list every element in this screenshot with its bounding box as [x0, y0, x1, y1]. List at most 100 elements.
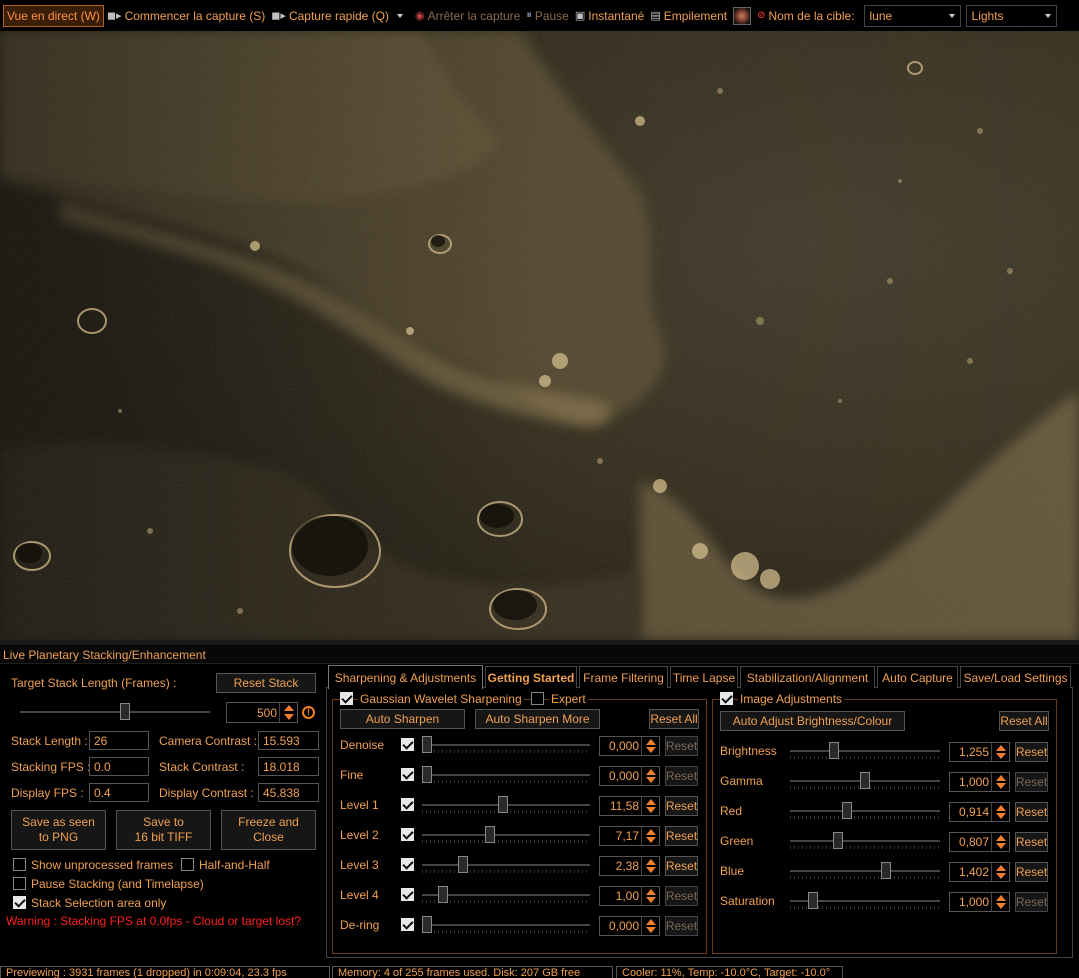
spin-arrows-icon[interactable]	[991, 863, 1009, 881]
adjust-value-input[interactable]: 1,255	[949, 742, 1010, 762]
sharpen-reset-all-button[interactable]: Reset All	[649, 709, 699, 729]
expert-checkbox[interactable]	[531, 692, 544, 705]
sharpen-checkbox[interactable]	[401, 828, 414, 841]
sharpen-reset-button[interactable]: Reset	[665, 796, 698, 816]
adjust-value-input[interactable]: 1,000	[949, 892, 1010, 912]
tab-time-lapse[interactable]: Time Lapse	[670, 666, 738, 688]
spin-arrows-icon[interactable]	[991, 773, 1009, 791]
stop-capture-button[interactable]: ◉ Arrêter la capture	[412, 5, 523, 27]
frame-type-select[interactable]: Lights	[965, 4, 1057, 27]
spin-arrows-icon[interactable]	[641, 767, 659, 785]
slider-thumb[interactable]	[485, 826, 495, 843]
sharpen-checkbox[interactable]	[401, 768, 414, 781]
sharpen-value-input[interactable]: 0,000	[599, 736, 660, 756]
slider-thumb[interactable]	[458, 856, 468, 873]
pause-button[interactable]: ⏸ Pause	[523, 5, 572, 27]
image-reset-all-button[interactable]: Reset All	[999, 711, 1049, 731]
adjust-reset-button[interactable]: Reset	[1015, 742, 1048, 762]
save-tiff-button[interactable]: Save to 16 bit TIFF	[116, 810, 211, 850]
image-adjustments-checkbox[interactable]	[720, 692, 733, 705]
sharpen-slider[interactable]	[422, 766, 590, 784]
tab-frame-filtering[interactable]: Frame Filtering	[579, 666, 668, 688]
sharpen-value-input[interactable]: 7,17	[599, 826, 660, 846]
slider-thumb[interactable]	[833, 832, 843, 849]
spin-arrows-icon[interactable]	[641, 797, 659, 815]
auto-sharpen-more-button[interactable]: Auto Sharpen More	[475, 709, 600, 729]
sharpen-slider[interactable]	[422, 916, 590, 934]
sharpen-checkbox[interactable]	[401, 858, 414, 871]
sharpen-checkbox[interactable]	[401, 738, 414, 751]
auto-sharpen-button[interactable]: Auto Sharpen	[340, 709, 465, 729]
sharpen-value-input[interactable]: 0,000	[599, 766, 660, 786]
sharpen-checkbox[interactable]	[401, 798, 414, 811]
spin-arrows-icon[interactable]	[641, 857, 659, 875]
adjust-reset-button[interactable]: Reset	[1015, 862, 1048, 882]
slider-thumb[interactable]	[860, 772, 870, 789]
sharpen-reset-button[interactable]: Reset	[665, 886, 698, 906]
slider-thumb[interactable]	[881, 862, 891, 879]
adjust-slider[interactable]	[790, 862, 940, 880]
adjust-reset-button[interactable]: Reset	[1015, 892, 1048, 912]
target-name-select[interactable]: lune	[863, 4, 961, 27]
spin-arrows-icon[interactable]	[991, 893, 1009, 911]
tab-save-load-settings[interactable]: Save/Load Settings	[960, 666, 1071, 688]
half-and-half-checkbox[interactable]	[181, 858, 194, 871]
auto-adjust-button[interactable]: Auto Adjust Brightness/Colour	[720, 711, 905, 731]
quick-capture-button[interactable]: ◼▸ Capture rapide (Q)	[268, 5, 406, 27]
sharpen-reset-button[interactable]: Reset	[665, 826, 698, 846]
sharpen-reset-button[interactable]: Reset	[665, 916, 698, 936]
stacking-button[interactable]: ▤ Empilement	[647, 5, 730, 27]
target-stack-slider[interactable]	[20, 703, 210, 721]
save-png-button[interactable]: Save as seen to PNG	[11, 810, 106, 850]
sharpen-checkbox[interactable]	[401, 888, 414, 901]
slider-thumb[interactable]	[422, 916, 432, 933]
snapshot-button[interactable]: ▣ Instantané	[572, 5, 647, 27]
spin-arrows-icon[interactable]	[641, 827, 659, 845]
spin-arrows-icon[interactable]	[991, 743, 1009, 761]
target-stack-length-input[interactable]: 500	[226, 702, 298, 723]
sharpen-slider[interactable]	[422, 826, 590, 844]
adjust-slider[interactable]	[790, 772, 940, 790]
adjust-value-input[interactable]: 1,402	[949, 862, 1010, 882]
spin-arrows-icon[interactable]	[641, 737, 659, 755]
sharpen-reset-button[interactable]: Reset	[665, 856, 698, 876]
tab-stabilization[interactable]: Stabilization/Alignment	[740, 666, 875, 688]
start-capture-button[interactable]: ◼▸ Commencer la capture (S)	[104, 5, 268, 27]
preview-thumbnail-button[interactable]	[730, 5, 754, 27]
freeze-close-button[interactable]: Freeze and Close	[221, 810, 316, 850]
sharpen-value-input[interactable]: 0,000	[599, 916, 660, 936]
adjust-slider[interactable]	[790, 832, 940, 850]
slider-thumb[interactable]	[422, 766, 432, 783]
tab-auto-capture[interactable]: Auto Capture	[877, 666, 958, 688]
spin-arrows-icon[interactable]	[991, 833, 1009, 851]
sharpen-checkbox[interactable]	[401, 918, 414, 931]
spin-arrows-icon[interactable]	[279, 703, 297, 722]
adjust-slider[interactable]	[790, 742, 940, 760]
live-image-view[interactable]	[0, 31, 1079, 640]
show-unprocessed-checkbox[interactable]	[13, 858, 26, 871]
adjust-value-input[interactable]: 0,914	[949, 802, 1010, 822]
reset-stack-button[interactable]: Reset Stack	[216, 673, 316, 693]
sharpen-slider[interactable]	[422, 796, 590, 814]
info-icon[interactable]: !	[302, 706, 315, 719]
slider-thumb[interactable]	[829, 742, 839, 759]
slider-thumb[interactable]	[120, 703, 130, 720]
chevron-down-icon[interactable]	[397, 13, 403, 18]
adjust-value-input[interactable]: 0,807	[949, 832, 1010, 852]
adjust-slider[interactable]	[790, 802, 940, 820]
spin-arrows-icon[interactable]	[991, 803, 1009, 821]
tab-sharpening[interactable]: Sharpening & Adjustments	[328, 665, 483, 689]
slider-thumb[interactable]	[842, 802, 852, 819]
sharpen-slider[interactable]	[422, 736, 590, 754]
tab-getting-started[interactable]: Getting Started	[485, 666, 577, 688]
stack-selection-checkbox[interactable]	[13, 896, 26, 909]
sharpen-value-input[interactable]: 2,38	[599, 856, 660, 876]
adjust-reset-button[interactable]: Reset	[1015, 772, 1048, 792]
pause-stacking-checkbox[interactable]	[13, 877, 26, 890]
slider-thumb[interactable]	[422, 736, 432, 753]
adjust-reset-button[interactable]: Reset	[1015, 802, 1048, 822]
sharpen-reset-button[interactable]: Reset	[665, 766, 698, 786]
adjust-slider[interactable]	[790, 892, 940, 910]
adjust-reset-button[interactable]: Reset	[1015, 832, 1048, 852]
slider-thumb[interactable]	[498, 796, 508, 813]
